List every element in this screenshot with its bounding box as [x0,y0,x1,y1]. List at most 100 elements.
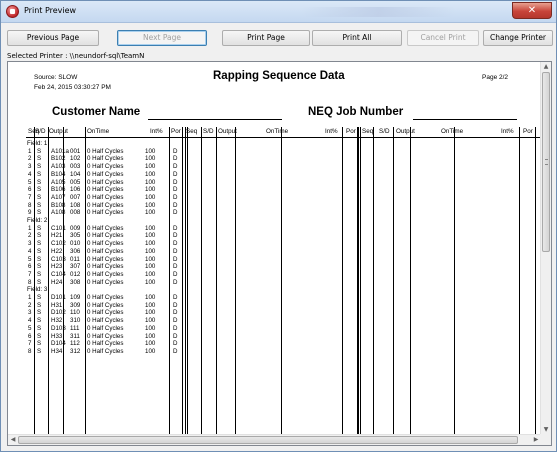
cell-int: 100 [145,263,156,271]
cell-int: 100 [145,247,156,255]
cell-ontime: 0 Half Cycles [87,294,124,301]
cell-code: 309 [70,301,81,309]
job-number-label: NEQ Job Number [308,106,404,118]
cell-sd: S [37,186,42,194]
cell-output: C101 [51,224,66,232]
cell-sd: S [37,147,42,155]
cell-sd: S [37,255,42,263]
cell-por: D [173,193,178,201]
column-header-output: Output [49,128,68,135]
cell-sd: S [37,301,42,309]
vertical-scroll-thumb[interactable] [542,72,550,252]
cell-seq: 9 [28,209,32,217]
cancel-print-button[interactable]: Cancel Print [407,30,479,46]
cell-ontime: 0 Half Cycles [87,270,124,278]
cell-ontime: 0 Half Cycles [87,332,124,340]
cell-por: D [173,186,178,194]
field-label: Field: 3 [27,286,48,294]
cell-seq: 4 [28,317,32,325]
cell-por: D [173,163,178,171]
cell-ontime: 0 Half Cycles [87,232,124,240]
cell-sd: S [37,232,42,240]
cell-seq: 7 [28,340,32,348]
print-all-button[interactable]: Print All [312,30,402,46]
cell-seq: 1 [28,294,32,301]
cell-sd: S [37,178,42,186]
cell-code: 109 [70,294,81,301]
cell-ontime: 0 Half Cycles [87,278,124,286]
cell-ontime: 0 Half Cycles [87,301,124,309]
column-rule [342,127,343,435]
cell-code: 007 [70,193,81,201]
preview-pane[interactable]: Source: SLOW Feb 24, 2015 03:30:27 PM Ra… [7,61,552,446]
cell-por: D [173,170,178,178]
arrow-left-icon[interactable]: ◀ [8,435,18,445]
cell-ontime: 0 Half Cycles [87,255,124,263]
cell-code: 012 [70,270,81,278]
cell-sd: S [37,201,42,209]
change-printer-button[interactable]: Change Printer [483,30,553,46]
cell-por: D [173,317,178,325]
cell-por: D [173,263,178,271]
report-page: Source: SLOW Feb 24, 2015 03:30:27 PM Ra… [8,62,541,435]
column-rule [519,127,520,435]
cell-code: 001 [70,147,81,155]
vertical-scrollbar[interactable]: ▲ ▼ [540,62,551,435]
title-bar-blurred-region [301,7,456,17]
cell-code: 312 [70,347,81,355]
close-icon: ✕ [527,5,537,16]
customer-name-label: Customer Name [52,106,141,118]
cell-por: D [173,347,178,355]
cell-output: A105 [51,178,66,186]
cell-seq: 4 [28,247,32,255]
cell-por: D [173,201,178,209]
cell-ontime: 0 Half Cycles [87,178,124,186]
cell-sd: S [37,224,42,232]
cell-ontime: 0 Half Cycles [87,163,124,171]
horizontal-scroll-thumb[interactable] [18,436,518,444]
cell-sd: S [37,324,42,332]
print-page-button[interactable]: Print Page [222,30,310,46]
cell-int: 100 [145,186,156,194]
cell-ontime: 0 Half Cycles [87,347,124,355]
toolbar: Previous Page Next Page Print Page Print… [1,24,556,50]
cell-sd: S [37,317,42,325]
cell-sd: S [37,294,42,301]
column-header-sd: S/D [379,128,390,135]
cell-por: D [173,255,178,263]
next-page-button[interactable]: Next Page [117,30,207,46]
cell-seq: 3 [28,240,32,248]
cell-seq: 8 [28,347,32,355]
column-rule [281,127,282,435]
cell-int: 100 [145,170,156,178]
column-rule [535,127,536,435]
previous-page-button[interactable]: Previous Page [7,30,99,46]
cell-code: 102 [70,155,81,163]
cell-por: D [173,294,178,301]
cell-ontime: 0 Half Cycles [87,247,124,255]
column-rule [393,127,394,435]
column-header-seq: Seq [362,128,374,135]
cell-int: 100 [145,324,156,332]
title-bar[interactable]: Print Preview ✕ [1,1,556,23]
selected-printer-label: Selected Printer : \\neundorf-sql\TeamN [7,52,145,60]
cell-por: D [173,340,178,348]
cell-output: B102 [51,155,66,163]
cell-ontime: 0 Half Cycles [87,147,124,155]
cell-seq: 2 [28,155,32,163]
cell-ontime: 0 Half Cycles [87,224,124,232]
cell-code: 106 [70,186,81,194]
arrow-up-icon[interactable]: ▲ [541,62,551,72]
column-rule [410,127,411,435]
cell-seq: 6 [28,186,32,194]
horizontal-scrollbar[interactable]: ◀ ▶ [8,434,541,445]
cell-output: H21 [51,232,63,240]
page-number: Page 2/2 [482,74,509,81]
cell-ontime: 0 Half Cycles [87,201,124,209]
cell-por: D [173,224,178,232]
cell-seq: 6 [28,332,32,340]
field-label: Field: 2 [27,217,48,224]
close-button[interactable]: ✕ [512,2,552,19]
cell-code: 112 [70,340,80,348]
cell-seq: 2 [28,301,32,309]
